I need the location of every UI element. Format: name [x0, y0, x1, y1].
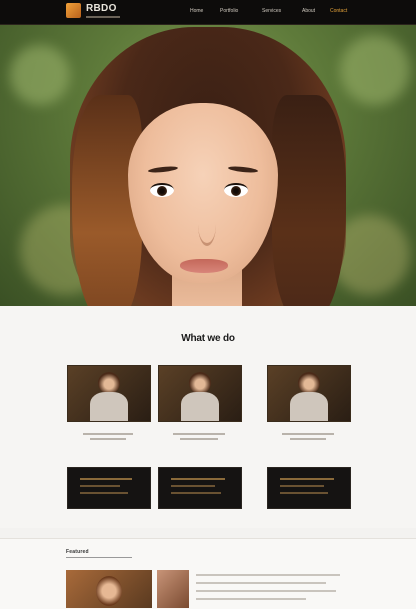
- nav-home[interactable]: Home: [190, 8, 203, 14]
- dark-card-3[interactable]: [267, 467, 351, 509]
- card-image-1[interactable]: [67, 365, 151, 422]
- featured-underline: [66, 557, 132, 558]
- featured-text-line: [196, 598, 306, 600]
- featured-text-line: [196, 574, 340, 576]
- featured-text-line: [196, 582, 326, 584]
- card-image-2[interactable]: [158, 365, 242, 422]
- dark-card-2[interactable]: [158, 467, 242, 509]
- featured-image-large[interactable]: [66, 570, 152, 608]
- card-caption-1: [67, 430, 149, 440]
- section-heading: What we do: [181, 333, 235, 344]
- right-eye: [224, 183, 248, 197]
- logo-tagline-bar: [86, 16, 120, 18]
- lips: [180, 259, 228, 273]
- left-eye: [150, 183, 174, 197]
- card-caption-3: [267, 430, 349, 440]
- logo-icon[interactable]: [66, 3, 81, 18]
- featured-image-small[interactable]: [157, 570, 189, 608]
- nav-about[interactable]: About: [302, 8, 315, 14]
- nav-services[interactable]: Services: [262, 8, 281, 14]
- nav-portfolio[interactable]: Portfolio: [220, 8, 238, 14]
- featured-heading: Featured: [66, 549, 89, 555]
- featured-text-line: [196, 590, 336, 592]
- nav-contact[interactable]: Contact: [330, 8, 347, 14]
- top-navigation-bar: RBDO Home Portfolio Services About Conta…: [0, 0, 416, 25]
- hero-image: [0, 25, 416, 306]
- card-caption-2: [158, 430, 240, 440]
- card-image-3[interactable]: [267, 365, 351, 422]
- dark-card-1[interactable]: [67, 467, 151, 509]
- brand-name[interactable]: RBDO: [86, 4, 117, 14]
